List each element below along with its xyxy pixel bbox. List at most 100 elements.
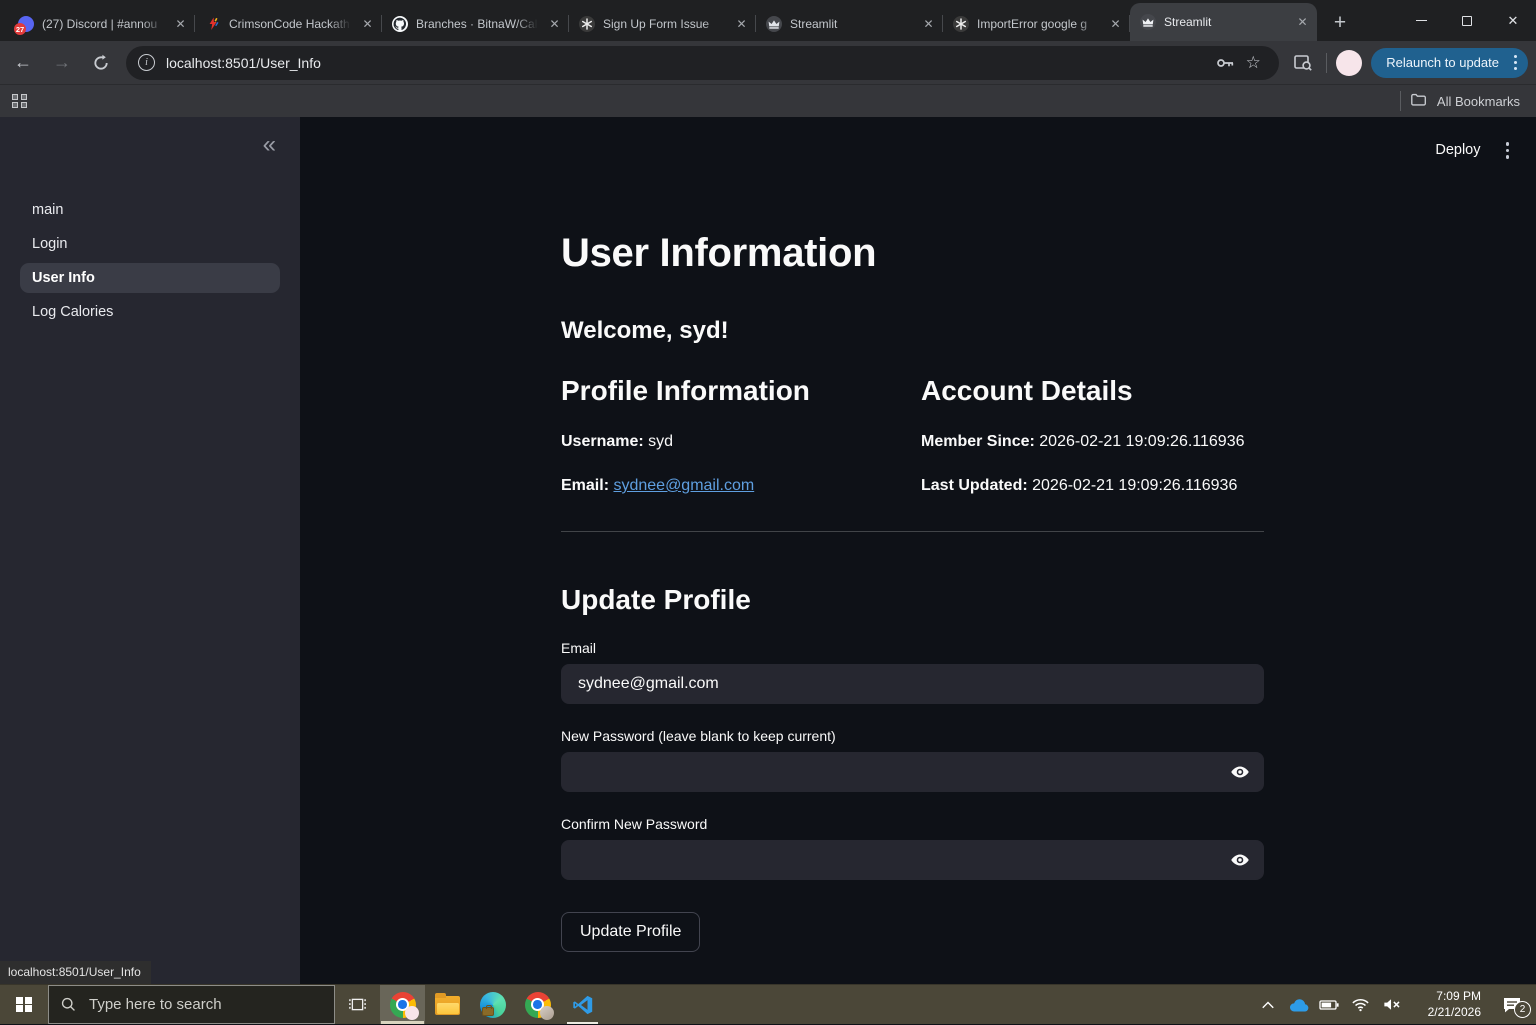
password-key-icon[interactable] — [1211, 49, 1239, 77]
battery-icon[interactable] — [1314, 985, 1345, 1025]
forward-button[interactable]: → — [46, 47, 78, 79]
browser-toolbar: ← → i localhost:8501/User_Info ☆ Relaunc… — [0, 41, 1536, 84]
deploy-button[interactable]: Deploy — [1435, 142, 1480, 158]
tab-title: Sign Up Form Issue — [603, 17, 710, 31]
email-field[interactable] — [561, 664, 1264, 704]
github-icon — [392, 16, 408, 32]
sidebar-item-log-calories[interactable]: Log Calories — [20, 297, 280, 327]
confirm-password-label: Confirm New Password — [561, 816, 708, 832]
windows-logo-icon — [16, 996, 32, 1013]
tab-streamlit-active[interactable]: Streamlit ✕ — [1130, 3, 1317, 41]
notification-center-button[interactable]: 2 — [1488, 985, 1536, 1025]
new-tab-button[interactable]: + — [1325, 8, 1355, 38]
update-profile-heading: Update Profile — [561, 584, 751, 615]
streamlit-icon — [766, 16, 782, 32]
tab-close-icon[interactable]: ✕ — [359, 16, 376, 33]
wifi-icon[interactable] — [1345, 985, 1376, 1025]
system-tray: 7:09 PM 2/21/2026 2 — [1252, 985, 1536, 1024]
update-profile-button[interactable]: Update Profile — [561, 912, 701, 952]
chatgpt-icon — [579, 16, 595, 32]
section-divider — [561, 531, 1264, 532]
tab-close-icon[interactable]: ✕ — [172, 16, 189, 33]
taskbar-edge[interactable] — [470, 985, 515, 1024]
task-view-button[interactable] — [335, 985, 380, 1024]
file-explorer-icon — [435, 992, 460, 1015]
sidebar-collapse-icon[interactable]: « — [263, 133, 276, 157]
app-menu-icon[interactable] — [1503, 139, 1513, 162]
email-link[interactable]: sydnee@gmail.com — [613, 477, 754, 494]
all-bookmarks-label[interactable]: All Bookmarks — [1437, 94, 1520, 109]
profile-avatar[interactable] — [1336, 49, 1363, 76]
chatgpt-icon — [953, 16, 969, 32]
new-password-label: New Password (leave blank to keep curren… — [561, 728, 836, 744]
confirm-password-field[interactable] — [561, 840, 1264, 880]
taskbar-chrome-profile2[interactable] — [515, 985, 560, 1024]
tab-discord[interactable]: 27 (27) Discord | #annou ✕ — [8, 7, 195, 41]
tab-title: Streamlit — [790, 17, 838, 31]
new-password-field[interactable] — [561, 752, 1264, 792]
sidebar-item-user-info[interactable]: User Info — [20, 263, 280, 293]
page-title: User Information — [561, 231, 877, 275]
crimsoncode-icon — [205, 16, 221, 32]
show-password-icon[interactable] — [1228, 848, 1252, 872]
chrome-profile-badge — [540, 1006, 554, 1020]
clock-time: 7:09 PM — [1436, 988, 1481, 1003]
member-since-row: Member Since: 2026-02-21 19:09:26.116936 — [921, 433, 1245, 450]
link-status-tooltip: localhost:8501/User_Info — [0, 961, 151, 984]
volume-muted-icon[interactable] — [1376, 985, 1407, 1025]
account-details-heading: Account Details — [921, 375, 1133, 406]
welcome-heading: Welcome, syd! — [561, 317, 729, 344]
windows-taskbar: 7:09 PM 2/21/2026 2 — [0, 984, 1536, 1024]
browser-menu-icon[interactable] — [1510, 51, 1521, 73]
main-content-area: Deploy User Information Welcome, syd! Pr… — [300, 117, 1536, 997]
taskbar-search[interactable] — [48, 985, 335, 1024]
site-info-icon[interactable]: i — [138, 54, 155, 71]
sidebar-item-main[interactable]: main — [20, 195, 280, 225]
apps-grid-icon[interactable] — [12, 93, 27, 109]
tab-title: Streamlit — [1164, 15, 1212, 29]
search-input[interactable] — [87, 995, 323, 1014]
search-icon — [61, 997, 75, 1011]
toolbar-divider — [1326, 52, 1328, 73]
tab-close-icon[interactable]: ✕ — [546, 16, 563, 33]
onedrive-icon[interactable] — [1283, 985, 1314, 1025]
window-maximize-button[interactable] — [1444, 0, 1490, 41]
taskbar-vscode[interactable] — [560, 985, 605, 1024]
tab-title: (27) Discord | #annou — [42, 17, 158, 31]
tab-signup-issue[interactable]: Sign Up Form Issue ✕ — [569, 7, 756, 41]
taskbar-clock[interactable]: 7:09 PM 2/21/2026 — [1411, 989, 1481, 1020]
taskbar-chrome-active[interactable] — [380, 985, 425, 1024]
reload-button[interactable] — [85, 47, 117, 79]
reading-mode-icon[interactable] — [1289, 49, 1317, 77]
tab-importerror[interactable]: ImportError google g ✕ — [943, 7, 1130, 41]
tab-title: ImportError google g — [977, 17, 1088, 31]
sidebar: « main Login User Info Log Calories — [0, 117, 300, 984]
back-button[interactable]: ← — [7, 47, 39, 79]
bookmark-star-icon[interactable]: ☆ — [1239, 49, 1267, 77]
notification-count-badge: 2 — [1514, 1000, 1531, 1018]
discord-icon: 27 — [14, 16, 34, 35]
start-button[interactable] — [0, 985, 48, 1024]
bookmarks-divider — [1399, 91, 1401, 111]
window-minimize-button[interactable] — [1398, 0, 1444, 41]
tab-crimsoncode[interactable]: CrimsonCode Hackath ✕ — [195, 7, 382, 41]
url-text[interactable]: localhost:8501/User_Info — [166, 55, 321, 71]
tab-close-icon[interactable]: ✕ — [1107, 16, 1124, 33]
show-password-icon[interactable] — [1228, 760, 1252, 784]
sidebar-item-login[interactable]: Login — [20, 229, 280, 259]
last-updated-row: Last Updated: 2026-02-21 19:09:26.116936 — [921, 477, 1238, 494]
folder-icon — [1410, 91, 1428, 112]
browser-tab-strip: 27 (27) Discord | #annou ✕ CrimsonCode H… — [0, 0, 1536, 41]
tab-streamlit-1[interactable]: Streamlit ✕ — [756, 7, 943, 41]
tab-close-icon[interactable]: ✕ — [1294, 14, 1311, 31]
tab-close-icon[interactable]: ✕ — [920, 16, 937, 33]
address-bar[interactable]: i localhost:8501/User_Info ☆ — [126, 45, 1280, 80]
window-close-button[interactable]: ✕ — [1490, 0, 1536, 41]
relaunch-to-update-button[interactable]: Relaunch to update — [1371, 47, 1528, 78]
briefcase-badge — [481, 1004, 494, 1016]
tab-github[interactable]: Branches · BitnaW/Cal ✕ — [382, 7, 569, 41]
sidebar-nav: main Login User Info Log Calories — [20, 195, 280, 331]
tab-close-icon[interactable]: ✕ — [733, 16, 750, 33]
tray-chevron-up-icon[interactable] — [1252, 985, 1283, 1025]
taskbar-file-explorer[interactable] — [425, 985, 470, 1024]
